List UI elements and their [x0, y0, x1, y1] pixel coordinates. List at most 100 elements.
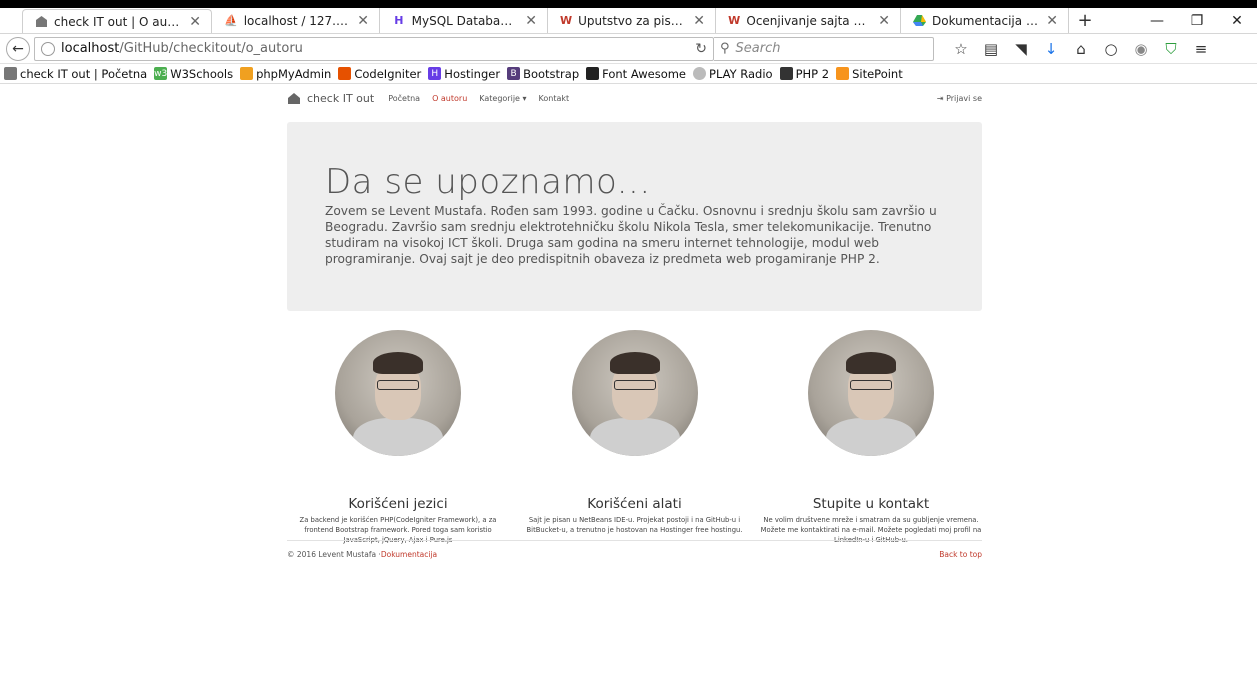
tab-o-autoru[interactable]: check IT out | O autoru ✕: [22, 9, 212, 33]
site-footer: © 2016 Levent Mustafa · Dokumentacija Ba…: [287, 550, 982, 559]
copyright-text: © 2016 Levent Mustafa ·: [287, 550, 381, 559]
bookmark-font-awesome[interactable]: Font Awesome: [586, 67, 686, 81]
bookmark-phpmyadmin[interactable]: phpMyAdmin: [240, 67, 331, 81]
search-bar[interactable]: ⚲ Search: [714, 36, 934, 61]
hostinger-icon: H: [394, 14, 404, 27]
lock-icon: [35, 15, 48, 29]
tab-phpmyadmin[interactable]: ⛵ localhost / 127.0.0.1 | ... ✕: [212, 8, 380, 33]
restore-icon[interactable]: ❐: [1177, 8, 1217, 34]
jumbotron: Da se upoznamo... Zovem se Levent Mustaf…: [287, 122, 982, 311]
phpmyadmin-icon: ⛵: [224, 14, 238, 27]
window-controls: — ❐ ✕: [1137, 8, 1257, 34]
bookmark-label: Font Awesome: [602, 66, 687, 81]
bootstrap-icon: B: [507, 67, 521, 80]
tab-title: Dokumentacija - Goo...: [932, 13, 1038, 28]
sitepoint-icon: [836, 67, 850, 80]
search-placeholder: Search: [735, 41, 781, 56]
url-path: /GitHub/checkitout/o_autoru: [119, 41, 303, 56]
url-bar[interactable]: localhost/GitHub/checkitout/o_autoru ↻: [34, 36, 714, 61]
adblock-icon[interactable]: ◉: [1126, 40, 1156, 58]
menu-icon[interactable]: ≡: [1186, 40, 1216, 58]
tab-title: localhost / 127.0.0.1 | ...: [243, 13, 350, 28]
feature-columns: Korišćeni jezici Za backend je korišćen …: [287, 330, 982, 545]
nav-kategorije[interactable]: Kategorije ▾: [479, 94, 526, 103]
globe-icon: [41, 41, 55, 56]
bookmark-play-radio[interactable]: PLAY Radio: [693, 67, 773, 81]
tab-title: check IT out | O autoru: [54, 14, 182, 29]
chat-icon[interactable]: ○: [1096, 40, 1126, 58]
shield-icon[interactable]: ⛉: [1156, 40, 1186, 58]
nav-pocetna[interactable]: Početna: [388, 94, 420, 103]
document-icon: W: [560, 14, 573, 27]
tab-title: Uputstvo za pisanje do...: [578, 13, 686, 28]
site-brand[interactable]: check IT out: [287, 92, 374, 105]
back-button[interactable]: ←: [6, 36, 30, 61]
home-icon: [288, 92, 300, 104]
bookmark-label: Bootstrap: [523, 66, 580, 81]
tab-title: Ocenjivanje sajta PHP...: [746, 13, 870, 28]
arrow-left-icon: ←: [12, 40, 24, 57]
author-photo: [808, 330, 934, 456]
tab-dokumentacija[interactable]: Dokumentacija - Goo... ✕: [901, 8, 1069, 33]
reload-icon[interactable]: ↻: [695, 41, 707, 57]
author-photo: [335, 330, 461, 456]
footer-divider: [287, 540, 982, 541]
bookmark-label: PHP 2: [795, 66, 830, 81]
tab-mysql[interactable]: H MySQL Databases ✕: [380, 8, 548, 33]
close-icon[interactable]: ✕: [181, 14, 201, 30]
bookmark-sitepoint[interactable]: SitePoint: [836, 67, 903, 81]
download-icon[interactable]: ↓: [1036, 40, 1066, 58]
hostinger-icon: H: [428, 67, 442, 80]
lock-icon: [4, 67, 17, 80]
navigation-bar: ← localhost/GitHub/checkitout/o_autoru ↻…: [0, 34, 1257, 64]
jumbotron-heading: Da se upoznamo...: [325, 162, 651, 202]
tab-uputstvo[interactable]: W Uputstvo za pisanje do... ✕: [548, 8, 716, 33]
document-icon: W: [728, 14, 741, 27]
close-icon[interactable]: ✕: [870, 13, 890, 29]
close-icon[interactable]: ✕: [517, 13, 537, 29]
close-icon[interactable]: ✕: [1038, 13, 1058, 29]
bookmark-label: CodeIgniter: [354, 66, 422, 81]
reading-list-icon[interactable]: ▤: [976, 40, 1006, 58]
jumbotron-text: Zovem se Levent Mustafa. Rođen sam 1993.…: [325, 204, 937, 266]
login-link[interactable]: ⇥ Prijavi se: [937, 94, 982, 103]
new-tab-button[interactable]: +: [1069, 8, 1101, 33]
close-icon[interactable]: ✕: [685, 13, 705, 29]
nav-kontakt[interactable]: Kontakt: [539, 94, 570, 103]
bookmark-check-it-out[interactable]: check IT out | Početna: [4, 67, 147, 81]
site-navbar: check IT out Početna O autoru Kategorije…: [287, 88, 982, 108]
bookmark-codeigniter[interactable]: CodeIgniter: [338, 67, 421, 81]
tab-ocenjivanje[interactable]: W Ocenjivanje sajta PHP... ✕: [716, 8, 901, 33]
column-languages: Korišćeni jezici Za backend je korišćen …: [287, 330, 509, 545]
close-window-icon[interactable]: ✕: [1217, 8, 1257, 34]
folder-icon: [779, 67, 793, 80]
window-top-strip: [0, 0, 1257, 8]
minimize-icon[interactable]: —: [1137, 8, 1177, 34]
bookmark-label: PLAY Radio: [709, 66, 773, 81]
bookmark-w3schools[interactable]: w3 W3Schools: [154, 67, 233, 81]
radio-icon: [693, 67, 707, 80]
drive-icon: [913, 14, 926, 28]
phpmyadmin-icon: [240, 67, 254, 80]
bookmark-label: SitePoint: [852, 66, 903, 81]
bookmark-bootstrap[interactable]: B Bootstrap: [507, 67, 579, 81]
column-title: Korišćeni jezici: [348, 496, 448, 512]
nav-o-autoru[interactable]: O autoru: [432, 94, 467, 103]
back-to-top-link[interactable]: Back to top: [939, 550, 982, 559]
bookmark-hostinger[interactable]: H Hostinger: [428, 67, 500, 81]
close-icon[interactable]: ✕: [349, 13, 369, 29]
star-icon[interactable]: ☆: [946, 40, 976, 58]
bookmark-label: check IT out | Početna: [20, 66, 148, 81]
flame-icon: [338, 67, 352, 80]
column-text: Sajt je pisan u NetBeans IDE-u. Projekat…: [526, 516, 743, 534]
bookmark-label: W3Schools: [170, 66, 234, 81]
home-icon[interactable]: ⌂: [1066, 40, 1096, 58]
documentation-link[interactable]: Dokumentacija: [381, 550, 437, 559]
bookmark-label: Hostinger: [444, 66, 501, 81]
toolbar-icons: ☆ ▤ ◥ ↓ ⌂ ○ ◉ ⛉ ≡: [946, 40, 1216, 58]
pocket-icon[interactable]: ◥: [1006, 40, 1036, 58]
sign-in-icon: ⇥: [936, 93, 944, 103]
author-photo: [571, 330, 698, 456]
bookmark-php2[interactable]: PHP 2: [779, 66, 830, 81]
brand-label: check IT out: [307, 91, 375, 105]
